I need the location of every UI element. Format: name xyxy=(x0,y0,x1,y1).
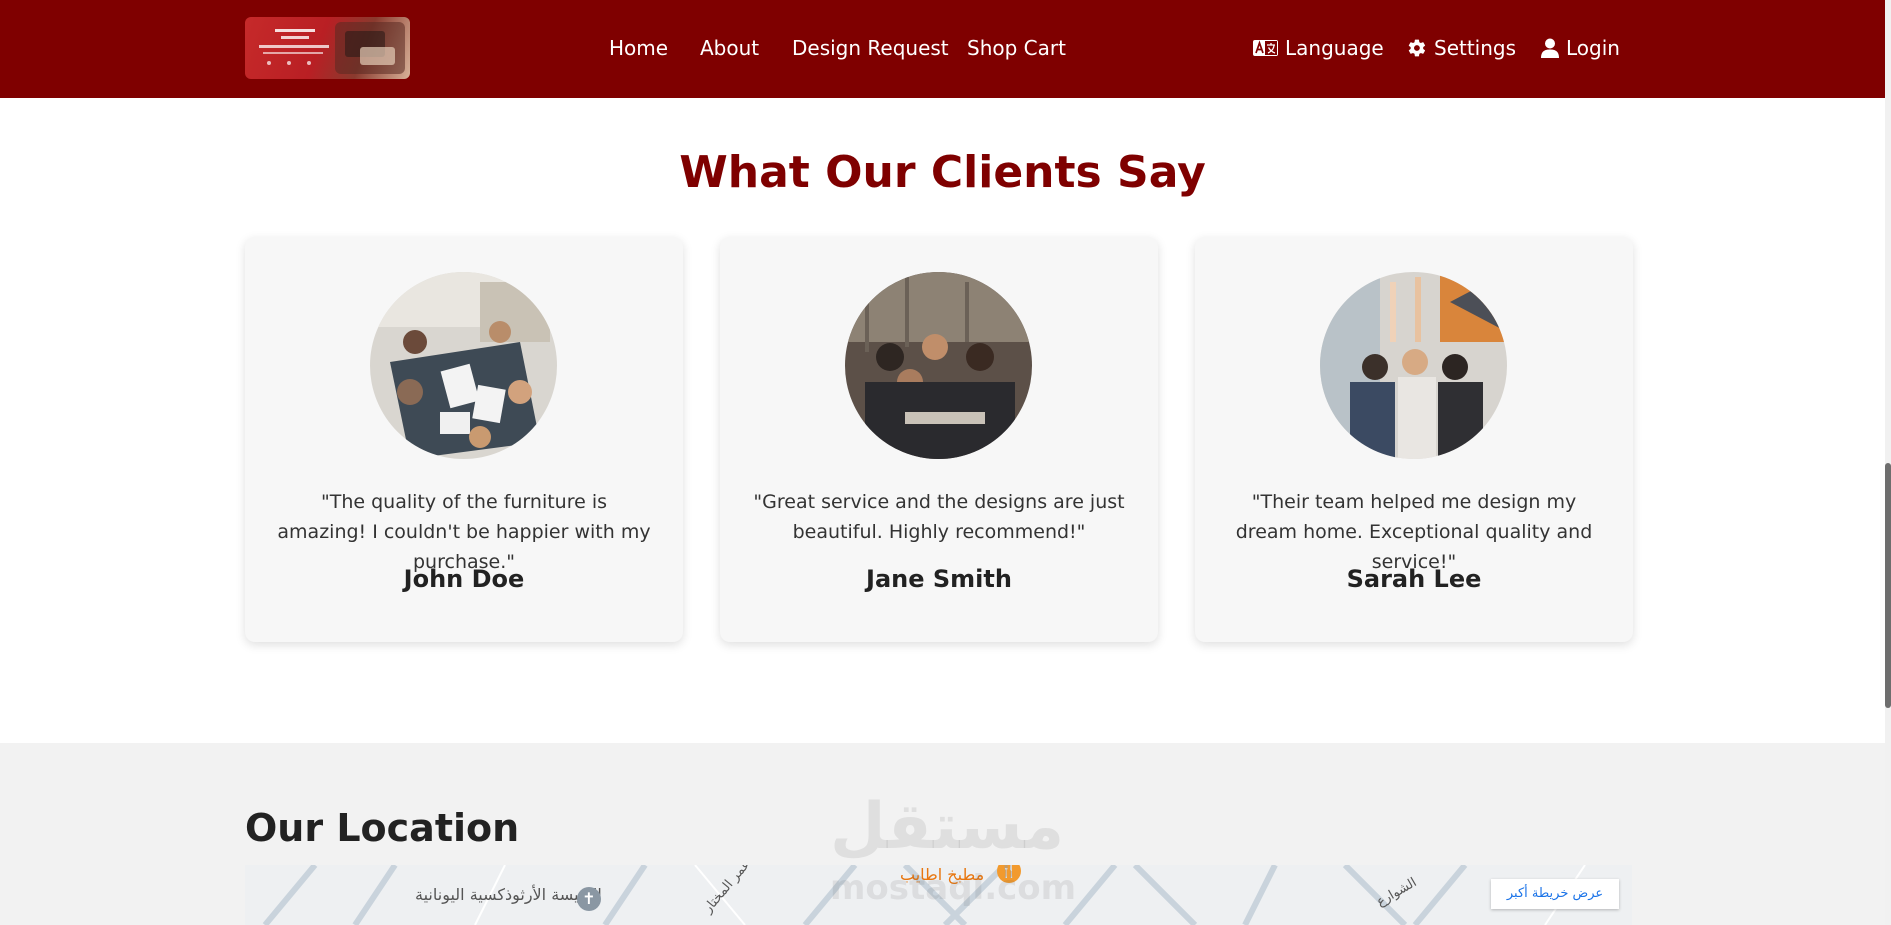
language-label: Language xyxy=(1285,36,1384,60)
view-larger-map-button[interactable]: عرض خريطة أكبر xyxy=(1491,879,1619,909)
testimonial-card: "Their team helped me design my dream ho… xyxy=(1195,237,1633,642)
nav-design-request-link[interactable]: Design Request xyxy=(792,36,949,60)
nav-about-link[interactable]: About xyxy=(700,36,759,60)
testimonial-card: "The quality of the furniture is amazing… xyxy=(245,237,683,642)
testimonial-quote: "The quality of the furniture is amazing… xyxy=(277,491,651,573)
page-scrollbar[interactable] xyxy=(1885,0,1891,925)
client-photo xyxy=(1320,272,1507,459)
testimonial-quote: "Great service and the designs are just … xyxy=(753,491,1125,543)
testimonial-card: "Great service and the designs are just … xyxy=(720,237,1158,642)
login-label: Login xyxy=(1566,36,1620,60)
settings-label: Settings xyxy=(1434,36,1517,60)
church-icon: ✝ xyxy=(577,887,601,911)
language-button[interactable]: Language xyxy=(1253,36,1384,60)
login-button[interactable]: Login xyxy=(1541,36,1620,60)
nav-home-link[interactable]: Home xyxy=(609,36,668,60)
testimonial-quote: "Their team helped me design my dream ho… xyxy=(1235,491,1593,573)
language-icon xyxy=(1253,40,1278,56)
brand-logo[interactable] xyxy=(245,17,410,79)
map-label-church: الكنيسة الأرثوذكسية اليونانية xyxy=(415,885,602,904)
client-name: John Doe xyxy=(403,565,525,593)
location-title: Our Location xyxy=(245,806,520,850)
client-name: Jane Smith xyxy=(866,565,1012,593)
watermark-url: mostaql.com xyxy=(830,868,1077,908)
client-photo xyxy=(370,272,557,459)
scrollbar-thumb[interactable] xyxy=(1885,463,1891,708)
watermark-logo: مستقل xyxy=(830,790,1065,864)
navbar: Home About Design Request Shop Cart Lang… xyxy=(0,0,1885,98)
client-photo xyxy=(845,272,1032,459)
nav-shop-cart-link[interactable]: Shop Cart xyxy=(967,36,1066,60)
testimonials-title: What Our Clients Say xyxy=(679,147,1206,198)
settings-button[interactable]: Settings xyxy=(1407,36,1516,60)
client-name: Sarah Lee xyxy=(1346,565,1482,593)
gear-icon xyxy=(1408,39,1426,57)
user-icon xyxy=(1541,38,1559,58)
